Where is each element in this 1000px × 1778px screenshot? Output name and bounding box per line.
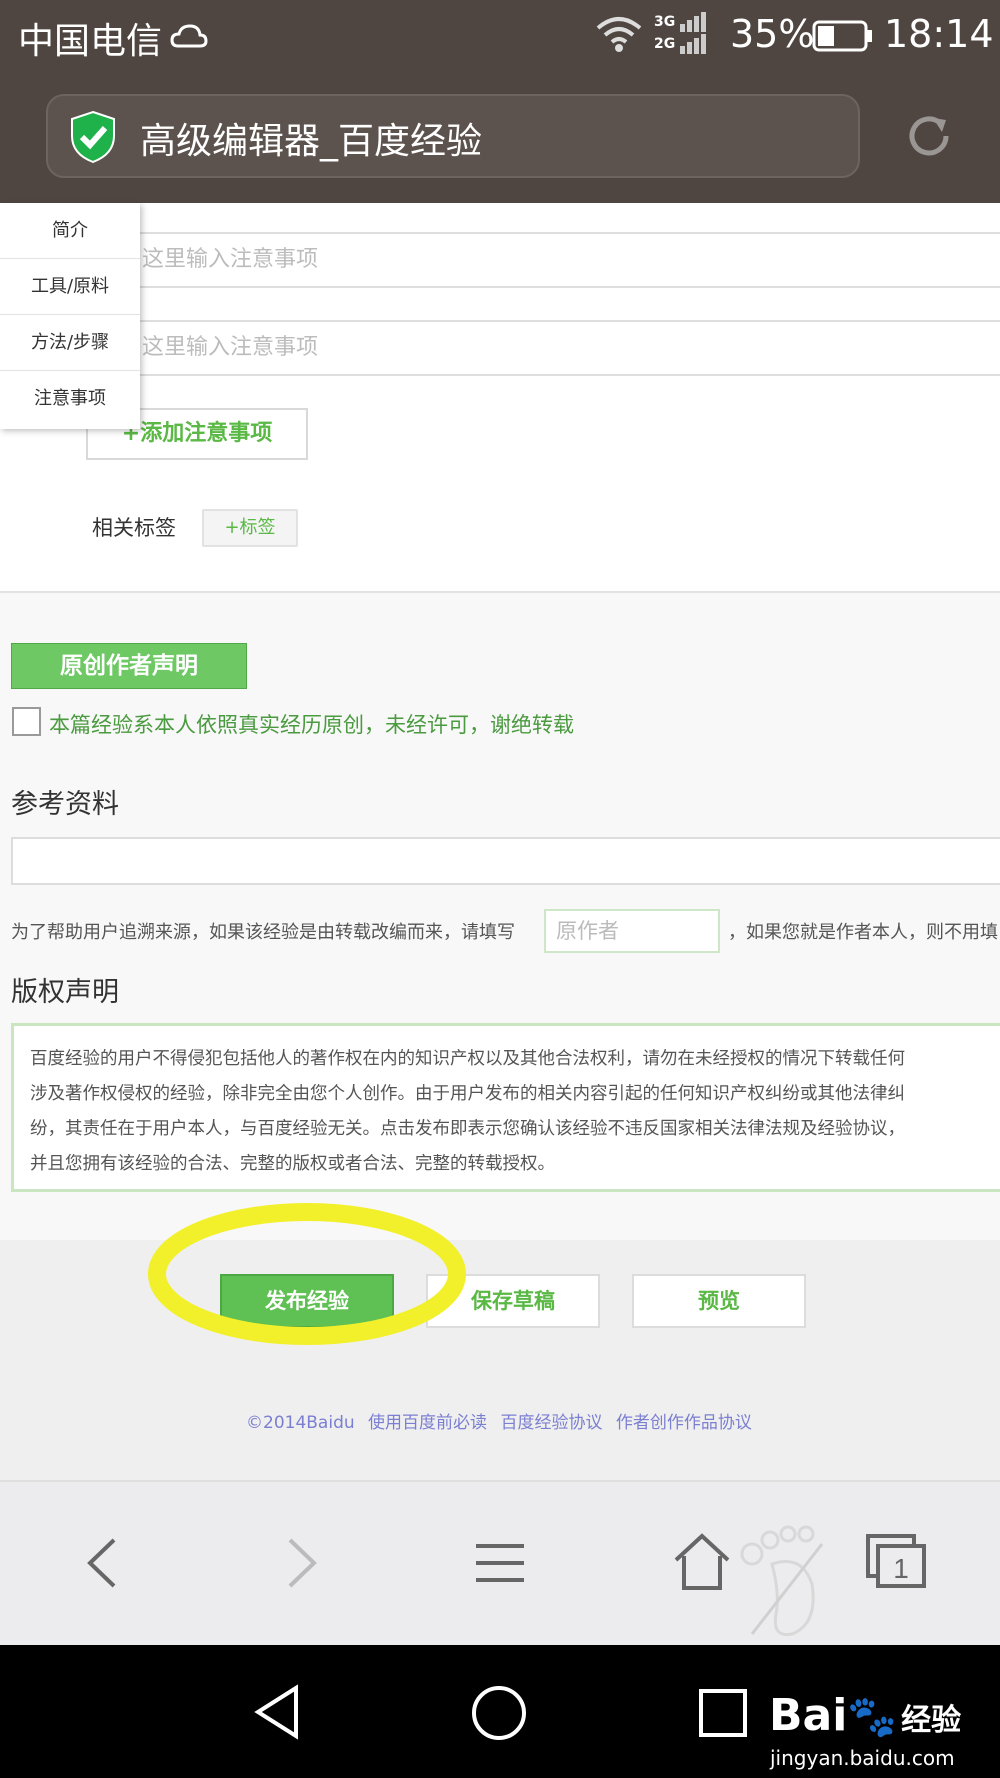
svg-text:2G: 2G	[654, 36, 675, 52]
note-input-2[interactable]: 这里输入注意事项	[86, 320, 1000, 376]
watermark-suffix: 经验	[901, 1703, 962, 1738]
home-icon[interactable]	[672, 1532, 732, 1592]
section-side-nav: 简介 工具/原料 方法/步骤 注意事项	[0, 203, 140, 429]
tags-label: 相关标签	[92, 516, 176, 540]
page-title: 高级编辑器_百度经验	[140, 121, 483, 162]
android-back-icon[interactable]	[252, 1684, 300, 1740]
watermark-paw-icon: 🐾	[847, 1694, 898, 1740]
tab-count: 1	[893, 1553, 909, 1584]
reference-help-text: 为了帮助用户追溯来源，如果该经验是由转载改编而来，请填写	[11, 922, 515, 943]
originality-badge: 原创作者声明	[11, 643, 247, 689]
clock: 18:14	[884, 12, 994, 56]
reference-input[interactable]	[11, 837, 1000, 885]
original-author-input[interactable]: 原作者	[544, 909, 720, 953]
baidu-footprint-watermark-icon	[740, 1525, 824, 1637]
baidu-watermark: Bai🐾 经验	[769, 1690, 961, 1741]
menu-icon[interactable]	[474, 1540, 526, 1586]
watermark-brand: Bai	[769, 1690, 848, 1741]
forward-icon[interactable]	[280, 1536, 324, 1590]
side-nav-item-intro[interactable]: 简介	[0, 203, 140, 259]
footer-link-author-agreement[interactable]: 作者创作作品协议	[616, 1413, 752, 1433]
add-tag-button[interactable]: +标签	[202, 509, 298, 547]
cellular-signal-icon: 3G 2G	[654, 12, 706, 54]
footer-link-agreement[interactable]: 百度经验协议	[500, 1413, 602, 1433]
svg-text:3G: 3G	[654, 14, 675, 30]
weather-cloud-icon	[170, 24, 208, 48]
android-recents-icon[interactable]	[698, 1688, 748, 1738]
preview-button[interactable]: 预览	[632, 1274, 806, 1328]
reference-heading: 参考资料	[11, 789, 119, 820]
side-nav-item-notes[interactable]: 注意事项	[0, 371, 140, 427]
note-input-1[interactable]: 这里输入注意事项	[86, 232, 1000, 288]
originality-checkbox[interactable]	[12, 707, 41, 736]
reference-help-text-tail: ，如果您就是作者本人，则不用填	[728, 922, 998, 943]
wifi-icon	[596, 17, 642, 52]
copyright-line: 并且您拥有该经验的合法、完整的版权或者合法、完整的转载授权。	[30, 1154, 555, 1174]
side-nav-item-tools[interactable]: 工具/原料	[0, 259, 140, 315]
copyright-heading: 版权声明	[11, 977, 119, 1008]
reload-icon[interactable]	[906, 110, 954, 162]
copyright-line: 百度经验的用户不得侵犯包括他人的著作权在内的知识产权以及其他合法权利，请勿在未经…	[30, 1049, 905, 1069]
android-home-icon[interactable]	[470, 1684, 528, 1742]
copyright-line: 纷，其责任在于用户本人，与百度经验无关。点击发布即表示您确认该经验不违反国家相关…	[30, 1119, 905, 1139]
back-icon[interactable]	[80, 1536, 124, 1590]
battery-icon	[812, 20, 872, 52]
copyright-line: 涉及著作权侵权的经验，除非完全由您个人创作。由于用户发布的相关内容引起的任何知识…	[30, 1084, 905, 1104]
footer-links: ©2014Baidu 使用百度前必读 百度经验协议 作者创作作品协议	[246, 1408, 760, 1433]
footer-link-must-read[interactable]: 使用百度前必读	[368, 1413, 487, 1433]
carrier-name: 中国电信	[18, 21, 163, 62]
highlight-circle-annotation	[148, 1203, 466, 1345]
side-nav-item-steps[interactable]: 方法/步骤	[0, 315, 140, 371]
battery-percent: 35%	[730, 12, 815, 56]
copyright-notice: 百度经验的用户不得侵犯包括他人的著作权在内的知识产权以及其他合法权利，请勿在未经…	[11, 1023, 1000, 1192]
security-shield-icon	[71, 110, 115, 164]
footer-copyright: ©2014Baidu	[246, 1413, 355, 1433]
originality-statement[interactable]: 本篇经验系本人依照真实经历原创，未经许可，谢绝转载	[49, 709, 574, 739]
tabs-icon[interactable]: 1	[866, 1534, 928, 1590]
watermark-url: jingyan.baidu.com	[770, 1746, 955, 1770]
